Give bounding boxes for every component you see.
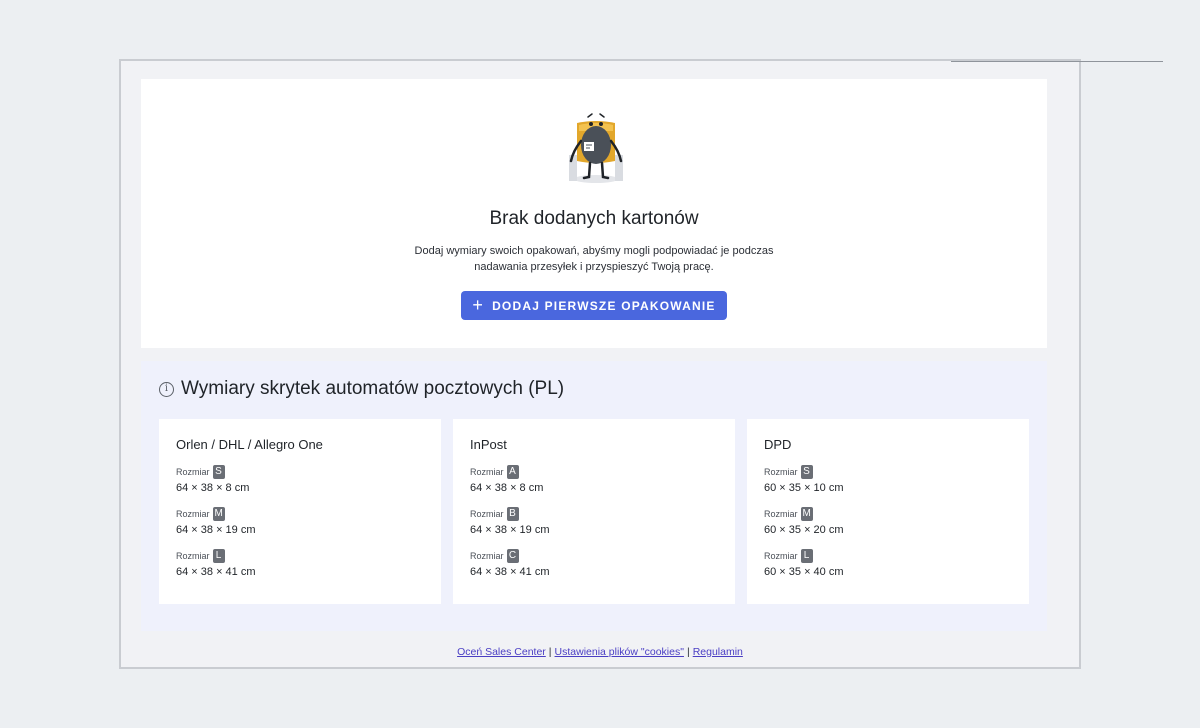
- size-dimensions: 64 × 38 × 8 cm: [176, 482, 250, 494]
- size-badge: M: [800, 507, 813, 521]
- size-item: Rozmiar S 64 × 38 × 8 cm: [176, 465, 424, 494]
- size-dimensions: 64 × 38 × 8 cm: [470, 482, 544, 494]
- size-badge: S: [212, 465, 225, 479]
- empty-state-title: Brak dodanych kartonów: [489, 208, 699, 229]
- size-badge: L: [800, 549, 813, 563]
- add-first-package-button[interactable]: + DODAJ PIERWSZE OPAKOWANIE: [461, 291, 727, 320]
- page-footer: Oceń Sales Center | Ustawienia plików "coo…: [121, 646, 1079, 658]
- footer-separator: |: [548, 646, 552, 658]
- carrier-card-dpd: DPD Rozmiar S 60 × 35 × 10 cm Rozmiar M 60…: [747, 419, 1029, 604]
- size-label: Rozmiar: [764, 509, 798, 519]
- size-dimensions: 60 × 35 × 20 cm: [764, 524, 844, 536]
- size-label: Rozmiar: [764, 551, 798, 561]
- plus-icon: +: [472, 294, 485, 315]
- locker-dimensions-heading: i Wymiary skrytek automatów pocztowych (…: [159, 378, 564, 400]
- cookie-settings-link[interactable]: Ustawienia plików "cookies": [555, 646, 684, 658]
- size-item: Rozmiar M 60 × 35 × 20 cm: [764, 507, 1012, 536]
- size-item: Rozmiar L 60 × 35 × 40 cm: [764, 549, 1012, 578]
- size-badge: C: [506, 549, 519, 563]
- size-label: Rozmiar: [176, 467, 210, 477]
- info-icon: i: [159, 381, 174, 397]
- carrier-name: InPost: [470, 437, 507, 452]
- size-dimensions: 60 × 35 × 10 cm: [764, 482, 844, 494]
- empty-state-card: Brak dodanych kartonów Dodaj wymiary swo…: [141, 79, 1047, 348]
- page-frame: Brak dodanych kartonów Dodaj wymiary swo…: [119, 59, 1163, 669]
- size-badge: A: [506, 465, 519, 479]
- size-label: Rozmiar: [764, 467, 798, 477]
- size-item: Rozmiar S 60 × 35 × 10 cm: [764, 465, 1012, 494]
- size-item: Rozmiar B 64 × 38 × 19 cm: [470, 507, 718, 536]
- size-dimensions: 64 × 38 × 19 cm: [470, 524, 550, 536]
- size-label: Rozmiar: [176, 551, 210, 561]
- size-badge: M: [212, 507, 225, 521]
- locker-dimensions-section: i Wymiary skrytek automatów pocztowych (…: [141, 361, 1047, 631]
- size-item: Rozmiar C 64 × 38 × 41 cm: [470, 549, 718, 578]
- size-label: Rozmiar: [470, 467, 504, 477]
- size-badge: L: [212, 549, 225, 563]
- size-label: Rozmiar: [470, 551, 504, 561]
- add-first-package-label: DODAJ PIERWSZE OPAKOWANIE: [492, 298, 716, 313]
- size-label: Rozmiar: [470, 509, 504, 519]
- rate-sales-center-link[interactable]: Oceń Sales Center: [457, 646, 546, 658]
- carrier-card-inpost: InPost Rozmiar A 64 × 38 × 8 cm Rozmiar B …: [453, 419, 735, 604]
- size-item: Rozmiar L 64 × 38 × 41 cm: [176, 549, 424, 578]
- size-badge: B: [506, 507, 519, 521]
- size-badge: S: [800, 465, 813, 479]
- size-item: Rozmiar M 64 × 38 × 19 cm: [176, 507, 424, 536]
- size-dimensions: 60 × 35 × 40 cm: [764, 566, 844, 578]
- size-item: Rozmiar A 64 × 38 × 8 cm: [470, 465, 718, 494]
- empty-state-description: Dodaj wymiary swoich opakowań, abyśmy mo…: [414, 245, 774, 273]
- box-mascot-illustration: [569, 113, 623, 183]
- size-dimensions: 64 × 38 × 41 cm: [470, 566, 550, 578]
- size-dimensions: 64 × 38 × 41 cm: [176, 566, 256, 578]
- size-label: Rozmiar: [176, 509, 210, 519]
- size-dimensions: 64 × 38 × 19 cm: [176, 524, 256, 536]
- carrier-name: DPD: [764, 437, 792, 452]
- carrier-name: Orlen / DHL / Allegro One: [176, 437, 323, 452]
- carrier-card-orlen-dhl-allegro: Orlen / DHL / Allegro One Rozmiar S 64 × …: [159, 419, 441, 604]
- locker-dimensions-title: Wymiary skrytek automatów pocztowych (PL…: [181, 378, 565, 399]
- footer-separator: |: [686, 646, 690, 658]
- frame-top-accent: [951, 61, 1163, 62]
- terms-link[interactable]: Regulamin: [693, 646, 743, 658]
